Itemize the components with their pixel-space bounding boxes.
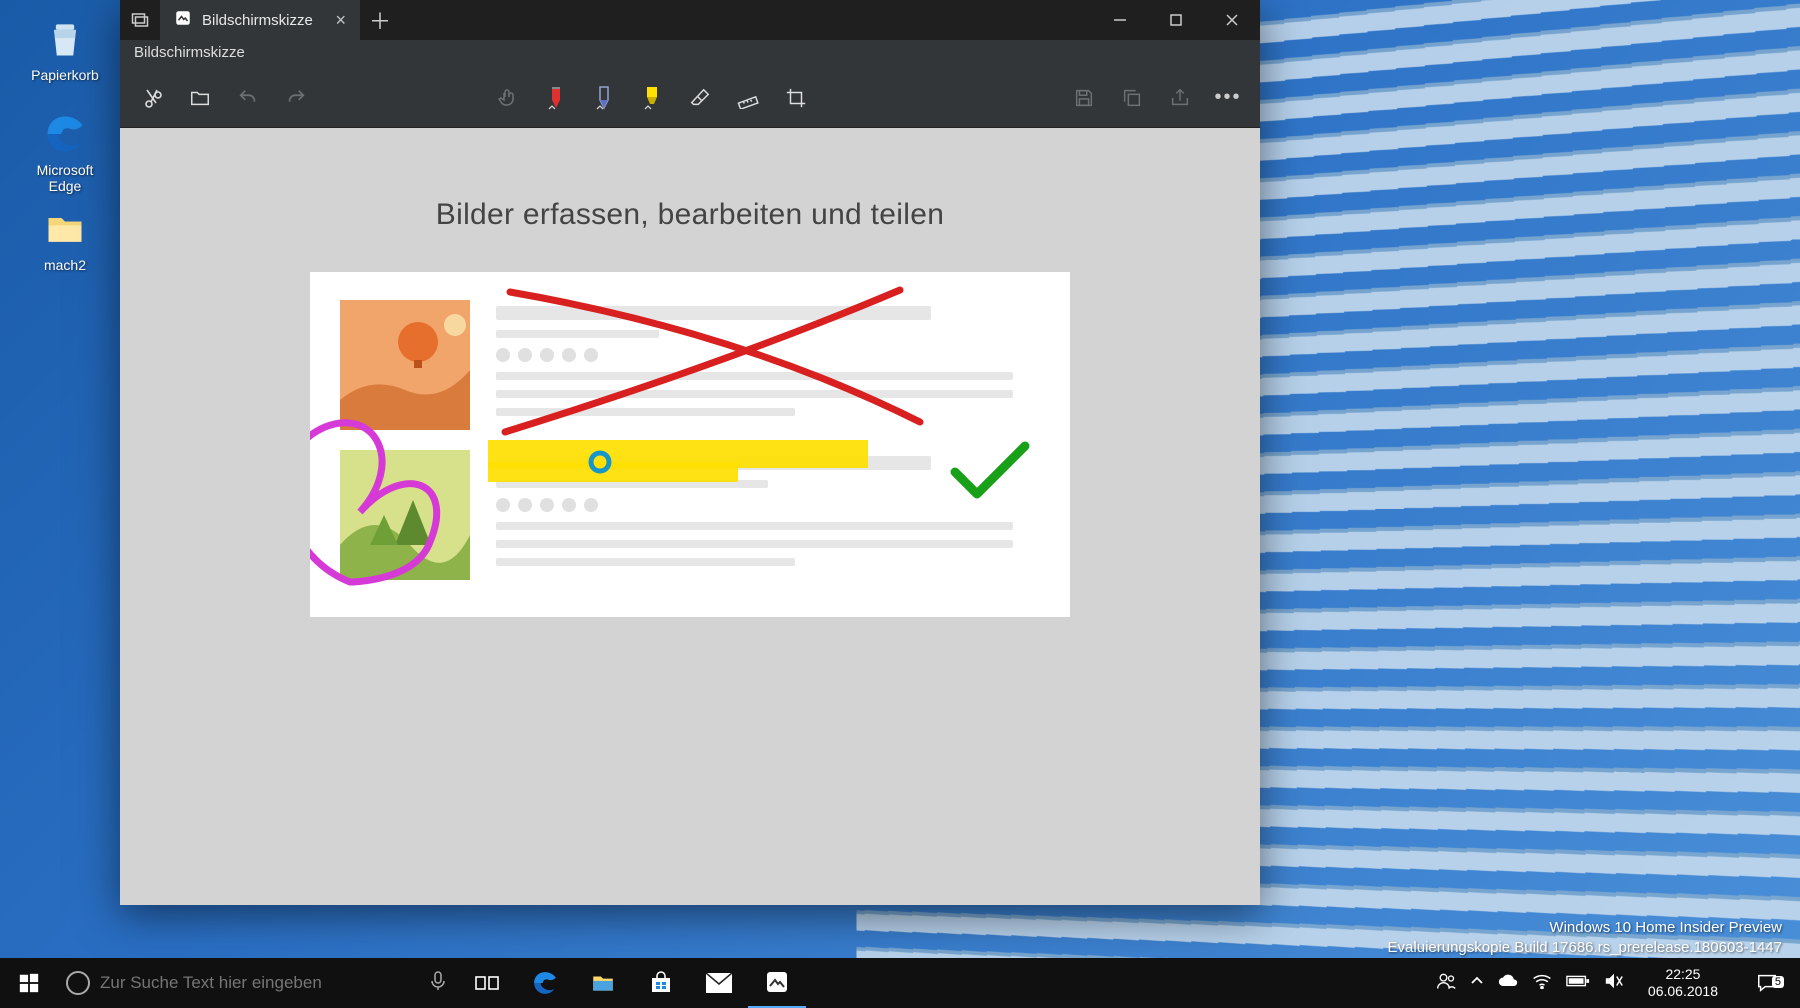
toolbar: ••• bbox=[120, 68, 1260, 128]
minimize-button[interactable] bbox=[1092, 0, 1148, 40]
folder-icon bbox=[41, 205, 89, 253]
search-input[interactable] bbox=[100, 973, 420, 993]
volume-icon[interactable] bbox=[1604, 972, 1624, 994]
tab-active[interactable]: Bildschirmskizze × bbox=[160, 0, 360, 40]
app-icon bbox=[174, 9, 192, 31]
new-tab-button[interactable]: ＋ bbox=[360, 0, 400, 40]
taskbar: 22:25 06.06.2018 5 bbox=[0, 958, 1800, 1008]
new-snip-button[interactable] bbox=[130, 76, 174, 120]
wifi-icon[interactable] bbox=[1532, 973, 1552, 993]
tab-title: Bildschirmskizze bbox=[202, 12, 313, 29]
watermark-line2: Evaluierungskopie Build 17686.rs_prerele… bbox=[1388, 938, 1782, 958]
screen-sketch-window: Bildschirmskizze × ＋ Bildschirmskizze bbox=[120, 0, 1260, 905]
crop-button[interactable] bbox=[774, 76, 818, 120]
eraser-button[interactable] bbox=[678, 76, 722, 120]
windows-watermark: Windows 10 Home Insider Preview Evaluier… bbox=[1388, 918, 1782, 959]
highlighter-button[interactable] bbox=[630, 76, 674, 120]
onedrive-icon[interactable] bbox=[1498, 974, 1518, 992]
illustration-card bbox=[310, 272, 1070, 617]
desktop-icon-label: Microsoft Edge bbox=[25, 162, 105, 194]
taskbar-store[interactable] bbox=[632, 958, 690, 1008]
clock-date: 06.06.2018 bbox=[1648, 983, 1718, 1000]
pen-red-icon bbox=[545, 85, 567, 111]
more-button[interactable]: ••• bbox=[1206, 76, 1250, 120]
desktop-icon-edge[interactable]: Microsoft Edge bbox=[25, 110, 105, 194]
thumb-balloon bbox=[340, 300, 470, 430]
desktop-icon-label: mach2 bbox=[44, 257, 86, 273]
desktop-icon-label: Papierkorb bbox=[31, 67, 99, 83]
taskbar-screen-sketch[interactable] bbox=[748, 958, 806, 1008]
titlebar: Bildschirmskizze × ＋ bbox=[120, 0, 1260, 40]
system-tray: 22:25 06.06.2018 5 bbox=[1428, 958, 1800, 1008]
edge-icon bbox=[41, 110, 89, 158]
mic-icon[interactable] bbox=[430, 971, 450, 996]
people-icon[interactable] bbox=[1436, 971, 1456, 995]
ballpoint-pen-button[interactable] bbox=[534, 76, 578, 120]
tab-close-icon[interactable]: × bbox=[335, 10, 346, 31]
tray-chevron-up-icon[interactable] bbox=[1470, 974, 1484, 992]
ruler-button[interactable] bbox=[726, 76, 770, 120]
canvas-title: Bilder erfassen, bearbeiten und teilen bbox=[436, 198, 944, 232]
taskbar-explorer[interactable] bbox=[574, 958, 632, 1008]
maximize-button[interactable] bbox=[1148, 0, 1204, 40]
highlighter-icon bbox=[641, 85, 663, 111]
start-button[interactable] bbox=[0, 958, 58, 1008]
taskbar-apps bbox=[458, 958, 806, 1008]
taskbar-search[interactable] bbox=[58, 958, 458, 1008]
clock-time: 22:25 bbox=[1648, 966, 1718, 983]
undo-button[interactable] bbox=[226, 76, 270, 120]
taskbar-edge[interactable] bbox=[516, 958, 574, 1008]
thumb-landscape bbox=[340, 450, 470, 580]
watermark-line1: Windows 10 Home Insider Preview bbox=[1388, 918, 1782, 938]
copy-button[interactable] bbox=[1110, 76, 1154, 120]
share-button[interactable] bbox=[1158, 76, 1202, 120]
tab-preview-icon[interactable] bbox=[120, 0, 160, 40]
pen-blue-icon bbox=[593, 85, 615, 111]
taskbar-clock[interactable]: 22:25 06.06.2018 bbox=[1638, 966, 1728, 1000]
notification-count: 5 bbox=[1772, 976, 1784, 988]
window-subtitle: Bildschirmskizze bbox=[120, 40, 1260, 68]
desktop-icon-recycle-bin[interactable]: Papierkorb bbox=[25, 15, 105, 83]
desktop-icon-mach2[interactable]: mach2 bbox=[25, 205, 105, 273]
canvas-area[interactable]: Bilder erfassen, bearbeiten und teilen bbox=[120, 128, 1260, 905]
task-view-button[interactable] bbox=[458, 958, 516, 1008]
recycle-bin-icon bbox=[41, 15, 89, 63]
redo-button[interactable] bbox=[274, 76, 318, 120]
pencil-button[interactable] bbox=[582, 76, 626, 120]
close-button[interactable] bbox=[1204, 0, 1260, 40]
save-button[interactable] bbox=[1062, 76, 1106, 120]
cortana-icon bbox=[66, 971, 90, 995]
taskbar-mail[interactable] bbox=[690, 958, 748, 1008]
open-button[interactable] bbox=[178, 76, 222, 120]
battery-icon[interactable] bbox=[1566, 974, 1590, 992]
touch-writing-button[interactable] bbox=[486, 76, 530, 120]
action-center-button[interactable]: 5 bbox=[1742, 972, 1792, 994]
